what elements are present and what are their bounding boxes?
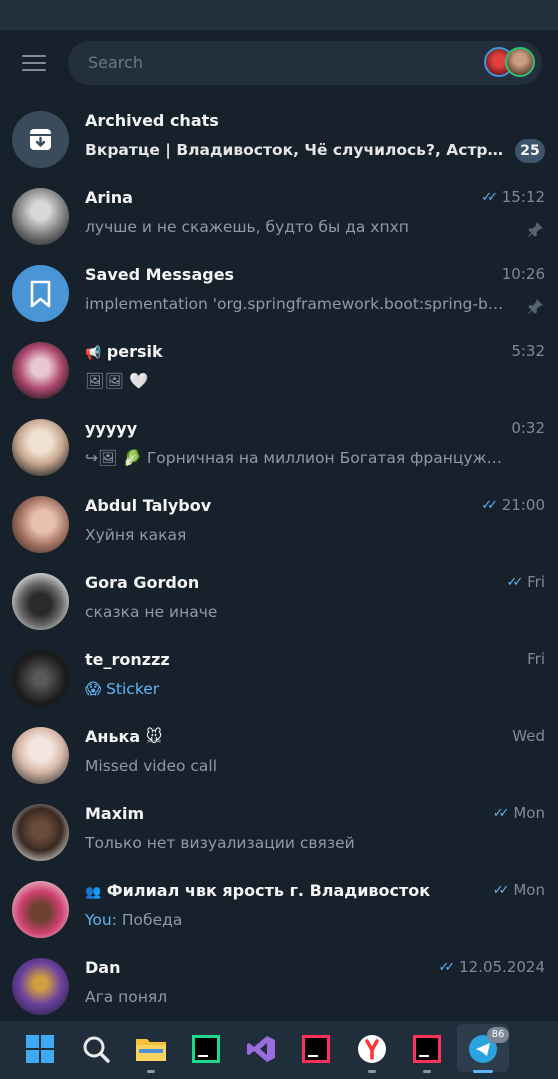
avatar [12,958,69,1015]
archived-chats-row[interactable]: Archived chats Вкратце | Владивосток, Чё… [0,103,558,180]
chat-name: 👥 Филиал чвк ярость г. Владивосток [85,881,431,900]
windows-taskbar: 86 [0,1021,558,1079]
chat-preview: Только нет визуализации связей [85,834,355,852]
intellij-icon[interactable] [300,1033,332,1065]
story-avatar-2[interactable] [505,47,535,77]
chat-row[interactable]: Анька 🐭 Wed Missed video call [0,719,558,796]
chat-preview: 🖼🖼 🤍 [85,372,149,390]
chat-time: Wed [512,727,545,745]
chat-name: Saved Messages [85,265,235,284]
chat-time: ✓✓ 15:12 [481,188,545,206]
avatar [12,573,69,630]
intellij-icon[interactable] [411,1033,443,1073]
chat-name: Dan [85,958,121,977]
chat-row[interactable]: 👥 Филиал чвк ярость г. Владивосток ✓✓ Mo… [0,873,558,950]
chat-time: Fri [527,650,545,668]
pycharm-icon[interactable] [190,1033,222,1065]
chat-time: ✓✓ 21:00 [481,496,545,514]
hamburger-menu-icon[interactable] [22,55,46,73]
chat-row[interactable]: Maxim ✓✓ Mon Только нет визуализации свя… [0,796,558,873]
search-input[interactable]: Search [68,41,542,85]
chat-preview: Вкратце | Владивосток, Чё случилось?, Ас… [85,141,505,159]
double-check-icon: ✓✓ [481,498,498,513]
chat-preview: Missed video call [85,757,218,775]
taskbar-badge: 86 [487,1027,509,1043]
chat-row[interactable]: Dan ✓✓ 12.05.2024 Ага понял [0,950,558,1027]
chat-preview: сказка не иначе [85,603,218,621]
chat-time: ✓✓ Fri [506,573,545,591]
chat-name: Abdul Talybov [85,496,212,515]
avatar [12,727,69,784]
chat-row[interactable]: Arina ✓✓ 15:12 лучше и не скажешь, будто… [0,180,558,257]
top-bar: Search [0,30,558,100]
chat-name: Maxim [85,804,145,823]
chat-list: Archived chats Вкратце | Владивосток, Чё… [0,103,558,1027]
channel-icon: 📢 [85,346,102,361]
chat-row[interactable]: Saved Messages 10:26 implementation 'org… [0,257,558,334]
chat-preview: ↪🖼 🥬 Горничная на миллион Богатая францу… [85,449,505,467]
group-icon: 👥 [85,885,102,900]
chat-name: 📢 persik [85,342,163,361]
chat-time: 10:26 [501,265,545,283]
chat-name: Gora Gordon [85,573,200,592]
chat-time: ✓✓ Mon [492,881,545,899]
chat-time: 0:32 [511,419,545,437]
chat-name: te_ronzzz [85,650,170,669]
chat-preview: 😱 Sticker [85,680,160,698]
double-check-icon: ✓✓ [506,575,524,590]
avatar [12,881,69,938]
chat-time: ✓✓ Mon [492,804,545,822]
chat-name: Анька 🐭 [85,727,163,746]
avatar [12,419,69,476]
double-check-icon: ✓✓ [438,960,456,975]
visual-studio-icon[interactable] [245,1033,277,1065]
chat-preview: Ага понял [85,988,168,1006]
double-check-icon: ✓✓ [481,190,498,205]
pin-icon [528,222,543,237]
running-indicator [473,1070,493,1073]
search-icon[interactable] [80,1033,112,1065]
chat-name: Arina [85,188,133,207]
chat-preview: Хуйня какая [85,526,187,544]
chat-row[interactable]: 📢 persik 5:32 🖼🖼 🤍 [0,334,558,411]
chat-time: ✓✓ 12.05.2024 [438,958,545,976]
file-explorer-icon[interactable] [135,1033,167,1073]
double-check-icon: ✓✓ [492,883,510,898]
sender-label: You: [85,911,122,929]
search-placeholder: Search [88,53,143,72]
chat-row[interactable]: yyyyy 0:32 ↪🖼 🥬 Горничная на миллион Бог… [0,411,558,488]
pin-icon [528,299,543,314]
chat-row[interactable]: Abdul Talybov ✓✓ 21:00 Хуйня какая [0,488,558,565]
chat-preview: лучше и не скажешь, будто бы да хпхп [85,218,409,236]
avatar [12,342,69,399]
windows-start-icon[interactable] [24,1033,56,1065]
chat-time: 5:32 [511,342,545,360]
running-indicator [423,1070,431,1073]
window-titlebar [0,0,558,30]
saved-messages-icon [12,265,69,322]
avatar [12,188,69,245]
chat-preview: implementation 'org.springframework.boot… [85,295,505,313]
running-indicator [147,1070,155,1073]
running-indicator [368,1070,376,1073]
telegram-icon[interactable]: 86 [457,1024,509,1073]
avatar [12,496,69,553]
chat-name: Archived chats [85,111,219,130]
avatar [12,650,69,707]
yandex-browser-icon[interactable] [356,1033,388,1073]
chat-preview: You: Победа [85,911,183,929]
chat-row[interactable]: te_ronzzz Fri 😱 Sticker [0,642,558,719]
unread-badge: 25 [515,139,545,163]
chat-row[interactable]: Gora Gordon ✓✓ Fri сказка не иначе [0,565,558,642]
avatar [12,804,69,861]
chat-name: yyyyy [85,419,138,438]
double-check-icon: ✓✓ [492,806,510,821]
archive-icon [12,111,69,168]
